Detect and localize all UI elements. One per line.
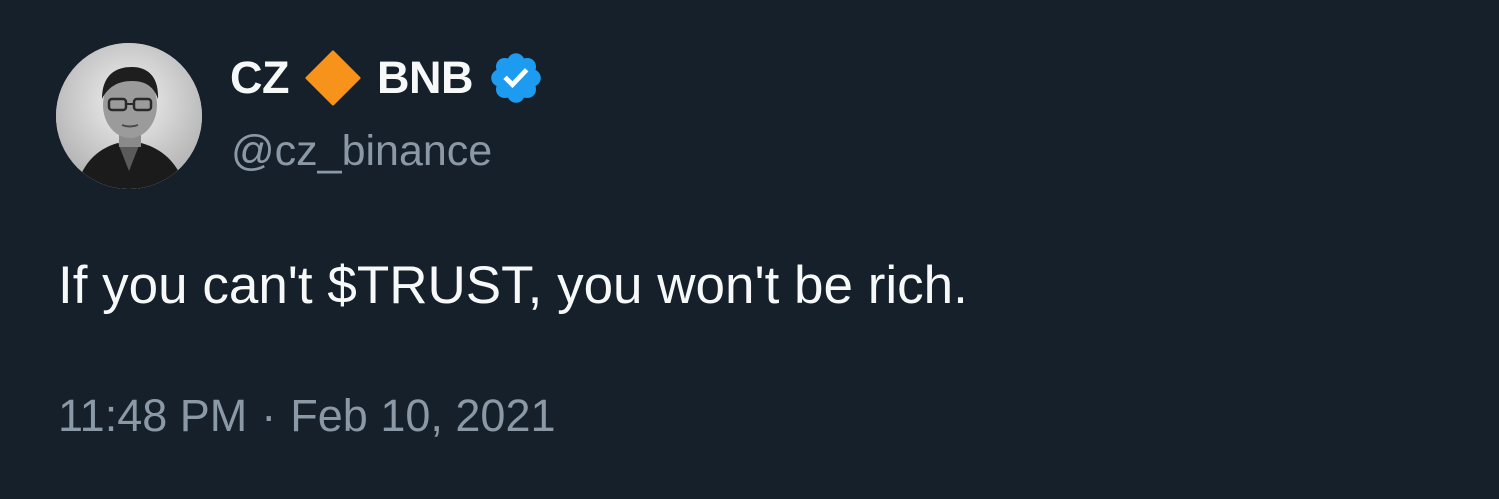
tweet-card: CZ BNB @cz_binance If you can't $TRUST, … [0, 0, 1499, 499]
tweet-time[interactable]: 11:48 PM [58, 388, 247, 444]
display-name-prefix[interactable]: CZ [230, 50, 290, 106]
profile-photo [56, 43, 202, 189]
avatar[interactable] [56, 43, 202, 189]
verified-badge-icon[interactable] [487, 49, 545, 107]
tweet-timestamp[interactable]: 11:48 PM · Feb 10, 2021 [58, 388, 556, 444]
orange-diamond-icon [303, 48, 363, 108]
author-handle[interactable]: @cz_binance [231, 124, 492, 178]
tweet-date[interactable]: Feb 10, 2021 [290, 388, 555, 444]
tweet-text: If you can't $TRUST, you won't be rich. [58, 256, 968, 315]
author-name-row[interactable]: CZ BNB [230, 50, 545, 106]
timestamp-separator: · [261, 390, 277, 441]
display-name-suffix[interactable]: BNB [377, 50, 474, 106]
